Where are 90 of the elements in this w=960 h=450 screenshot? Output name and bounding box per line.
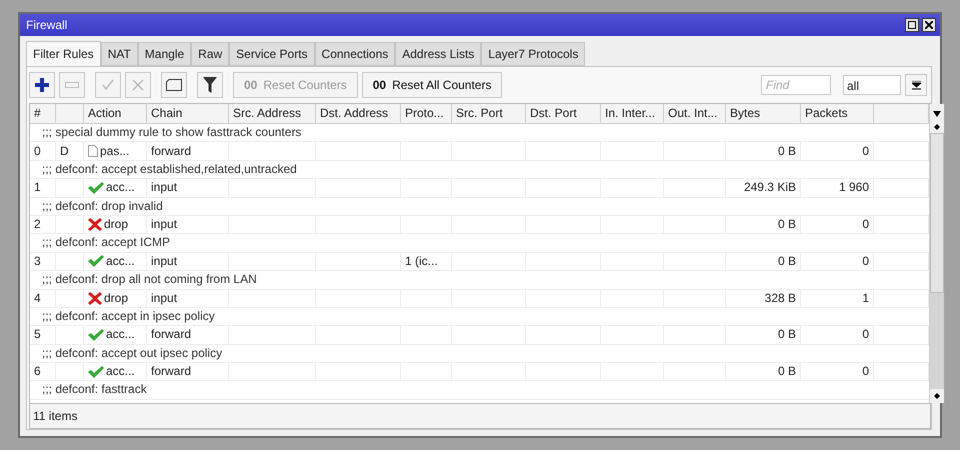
table-cell: input: [151, 216, 178, 234]
tab[interactable]: Layer7 Protocols: [481, 42, 586, 66]
column-header[interactable]: In. Inter...: [601, 104, 664, 123]
find-field[interactable]: Find: [761, 75, 831, 95]
table-cell: 0: [862, 142, 869, 160]
column-header[interactable]: Action: [84, 104, 147, 123]
check-icon: [102, 79, 114, 91]
tab[interactable]: Filter Rules: [26, 41, 101, 66]
cross-icon: [88, 292, 102, 305]
tab[interactable]: Service Ports: [229, 42, 315, 66]
rule-comment: ;;; defconf: drop all not coming from LAN: [41, 271, 257, 288]
table-cell: 0: [862, 216, 869, 234]
column-header[interactable]: Proto...: [401, 104, 452, 123]
rule-comment: ;;; defconf: accept in ipsec policy: [41, 308, 215, 325]
table-cell: D: [60, 142, 69, 160]
table-cell: drop: [104, 216, 128, 234]
table-cell: acc...: [106, 326, 135, 344]
table-cell: 249.3 KiB: [744, 179, 796, 196]
close-button[interactable]: [922, 18, 936, 32]
table-cell: forward: [151, 363, 192, 380]
column-header[interactable]: Packets: [801, 104, 874, 123]
tab[interactable]: Raw: [191, 42, 230, 66]
tab[interactable]: Address Lists: [395, 42, 482, 66]
rule-comment: ;;; defconf: accept out ipsec policy: [41, 344, 222, 362]
checkmark-icon: [88, 328, 104, 341]
column-header[interactable]: Src. Address: [229, 104, 316, 123]
comment-button[interactable]: [161, 72, 187, 98]
table-cell: 1: [34, 179, 41, 196]
table-cell: 0: [862, 363, 869, 380]
column-header[interactable]: Chain: [147, 104, 229, 123]
table-cell: 0 B: [778, 142, 796, 160]
table-cell: drop: [104, 290, 128, 307]
table-cell: forward: [151, 326, 192, 344]
scope-dropdown[interactable]: all: [843, 75, 901, 95]
filter-button[interactable]: [197, 72, 223, 98]
add-button[interactable]: [29, 72, 55, 98]
rule-comment: ;;; defconf: fasttrack: [41, 381, 147, 398]
table-cell: 2: [34, 216, 41, 234]
rule-comment: ;;; defconf: drop invalid: [41, 198, 163, 215]
table-cell: 0 B: [778, 216, 796, 234]
arrow-down-icon: [912, 80, 920, 90]
window-title: Firewall: [26, 18, 68, 32]
filter-icon: [203, 77, 217, 93]
table-cell: acc...: [106, 252, 135, 270]
rule-comment: ;;; special dummy rule to show fasttrack counters: [41, 124, 302, 141]
table-cell: 1 (ic...: [405, 252, 438, 270]
table-cell: pas...: [100, 142, 130, 160]
column-header[interactable]: Src. Port: [452, 104, 526, 123]
table-cell: acc...: [106, 179, 135, 196]
table-cell: 1 960: [838, 179, 869, 196]
cross-icon: [132, 79, 144, 91]
column-header[interactable]: Dst. Port: [526, 104, 601, 123]
table-cell: 0: [862, 326, 869, 344]
plus-icon: [35, 78, 49, 92]
table-cell: 1: [862, 290, 869, 307]
cross-icon: [88, 218, 102, 232]
column-header[interactable]: #: [30, 104, 56, 123]
table-cell: 0 B: [778, 326, 796, 344]
checkmark-icon: [88, 366, 104, 378]
column-header[interactable]: Bytes: [726, 104, 801, 123]
status-bar: 11 items: [29, 404, 931, 429]
checkmark-icon: [88, 255, 104, 268]
minus-icon: [65, 82, 79, 88]
maximize-button[interactable]: [905, 18, 919, 32]
table-cell: 3: [34, 252, 41, 270]
column-header[interactable]: Out. Int...: [664, 104, 726, 123]
table-cell: 0: [34, 142, 41, 160]
table-cell: 0 B: [778, 363, 796, 380]
table-cell: 328 B: [764, 290, 796, 307]
menu-button[interactable]: [905, 74, 927, 96]
table-cell: 0 B: [778, 252, 796, 270]
table-cell: 4: [34, 290, 41, 307]
tab[interactable]: NAT: [100, 42, 138, 66]
table-cell: acc...: [106, 363, 135, 380]
tab[interactable]: Connections: [314, 42, 396, 66]
rule-comment: ;;; defconf: accept established,related,untracked: [41, 160, 297, 178]
checkmark-icon: [88, 182, 104, 194]
table-cell: input: [151, 290, 178, 307]
document-icon: [88, 145, 98, 158]
rule-comment: ;;; defconf: accept ICMP: [41, 234, 170, 252]
reset-button[interactable]: 00 Reset All Counters: [362, 72, 502, 98]
table-cell: 5: [34, 326, 41, 344]
table-cell: input: [151, 179, 178, 196]
table-cell: forward: [151, 142, 192, 160]
table-cell: 6: [34, 363, 41, 380]
column-header[interactable]: Dst. Address: [316, 104, 401, 123]
tab[interactable]: Mangle: [138, 42, 192, 66]
note-icon: [166, 79, 182, 91]
table-cell: input: [151, 252, 178, 270]
table-cell: 0: [862, 252, 869, 270]
